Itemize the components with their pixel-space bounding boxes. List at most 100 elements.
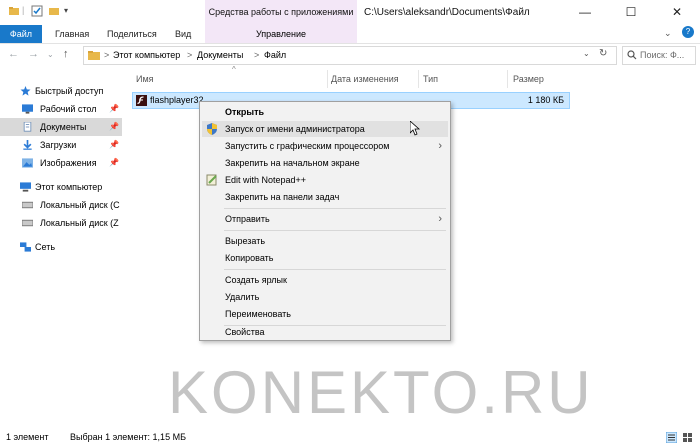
column-date[interactable]: Дата изменения	[331, 72, 399, 86]
new-folder-icon[interactable]	[48, 5, 60, 17]
search-box[interactable]: Поиск: Ф...	[622, 46, 696, 65]
tab-file[interactable]: Файл	[0, 25, 42, 43]
nav-label: Локальный диск (C	[40, 200, 120, 210]
menu-pin-start[interactable]: Закрепить на начальном экране	[202, 155, 448, 171]
menu-label: Создать ярлык	[225, 275, 287, 285]
nav-drive-z[interactable]: Локальный диск (Z	[0, 214, 130, 232]
menu-open[interactable]: Открыть	[202, 104, 448, 120]
menu-label: Закрепить на панели задач	[225, 192, 340, 202]
properties-icon[interactable]	[31, 5, 43, 17]
forward-arrow-icon[interactable]: →	[28, 48, 39, 60]
menu-label: Копировать	[225, 253, 274, 263]
menu-pin-taskbar[interactable]: Закрепить на панели задач	[202, 189, 448, 205]
column-divider[interactable]	[327, 70, 328, 88]
menu-rename[interactable]: Переименовать	[202, 306, 448, 322]
folder-icon	[88, 51, 100, 60]
menu-label: Открыть	[225, 107, 265, 117]
nav-drive-c[interactable]: Локальный диск (C	[0, 196, 130, 214]
quick-access-dropdown-icon[interactable]: ▾	[64, 6, 68, 15]
breadcrumb-separator: >	[104, 50, 110, 60]
menu-run-with-gpu[interactable]: Запустить с графическим процессором ›	[202, 138, 448, 154]
menu-delete[interactable]: Удалить	[202, 289, 448, 305]
large-icons-view-icon[interactable]	[682, 432, 693, 443]
search-icon	[627, 50, 637, 60]
nav-network[interactable]: Сеть	[0, 238, 130, 256]
menu-separator	[224, 230, 446, 231]
drive-icon	[22, 201, 33, 209]
tab-share[interactable]: Поделиться	[107, 25, 157, 43]
pin-icon[interactable]: 📌	[109, 100, 119, 118]
nav-label: Рабочий стол	[40, 104, 97, 114]
network-icon	[20, 242, 31, 252]
breadcrumb-separator: >	[254, 50, 260, 60]
folder-icon	[9, 7, 19, 15]
menu-label: Вырезать	[225, 236, 266, 246]
search-placeholder: Поиск: Ф...	[640, 50, 685, 60]
expand-ribbon-icon[interactable]: ⌄	[664, 28, 672, 39]
tab-view[interactable]: Вид	[175, 25, 191, 43]
notepad-icon	[206, 174, 217, 186]
flash-app-icon	[136, 95, 147, 106]
watermark: KONEKTO.RU	[168, 359, 594, 426]
tab-manage[interactable]: Управление	[205, 25, 357, 43]
nav-this-pc[interactable]: Этот компьютер	[0, 178, 130, 196]
menu-label: Отправить	[225, 214, 270, 224]
menu-copy[interactable]: Копировать	[202, 250, 448, 266]
menu-label: Переименовать	[225, 309, 291, 319]
minimize-button[interactable]: —	[562, 0, 608, 25]
column-divider[interactable]	[507, 70, 508, 88]
breadcrumb-this-pc[interactable]: Этот компьютер	[113, 50, 180, 60]
help-icon[interactable]: ?	[682, 26, 694, 38]
nav-label: Этот компьютер	[35, 182, 103, 192]
nav-desktop[interactable]: Рабочий стол 📌	[0, 100, 130, 118]
column-divider[interactable]	[418, 70, 419, 88]
file-size: 1 180 КБ	[527, 95, 564, 105]
column-type[interactable]: Тип	[423, 72, 438, 86]
pin-icon[interactable]: 📌	[109, 118, 119, 136]
menu-send-to[interactable]: Отправить ›	[202, 211, 448, 227]
nav-quick-access[interactable]: Быстрый доступ	[0, 82, 130, 100]
menu-cut[interactable]: Вырезать	[202, 233, 448, 249]
back-arrow-icon[interactable]: ←	[8, 48, 19, 60]
context-tools-header: Средства работы с приложениями	[205, 0, 357, 25]
status-selection: Выбран 1 элемент: 1,15 МБ	[70, 432, 186, 442]
breadcrumb-separator: >	[187, 50, 193, 60]
details-view-icon[interactable]	[666, 432, 677, 443]
nav-pictures[interactable]: Изображения 📌	[0, 154, 130, 172]
tab-home[interactable]: Главная	[55, 25, 89, 43]
menu-label: Запуск от имени администратора	[225, 124, 365, 134]
sort-arrow-icon: ^	[232, 65, 236, 74]
context-menu: Открыть Запуск от имени администратора З…	[199, 101, 451, 341]
documents-icon	[23, 122, 32, 132]
close-button[interactable]: ✕	[654, 0, 700, 25]
column-size[interactable]: Размер	[513, 72, 544, 86]
menu-label: Edit with Notepad++	[225, 175, 307, 185]
menu-label: Закрепить на начальном экране	[225, 158, 360, 168]
menu-edit-notepad[interactable]: Edit with Notepad++	[202, 172, 448, 188]
nav-documents[interactable]: Документы 📌	[0, 118, 122, 136]
up-arrow-icon[interactable]: ↑	[63, 48, 69, 60]
pin-icon[interactable]: 📌	[109, 154, 119, 172]
nav-downloads[interactable]: Загрузки 📌	[0, 136, 130, 154]
nav-label: Быстрый доступ	[35, 86, 104, 96]
status-bar: 1 элемент Выбран 1 элемент: 1,15 МБ	[0, 428, 700, 448]
breadcrumb-documents[interactable]: Документы	[197, 50, 243, 60]
address-bar[interactable]: > Этот компьютер > Документы > Файл ⌄ ↻	[83, 46, 617, 65]
maximize-button[interactable]: ☐	[608, 0, 654, 25]
menu-properties[interactable]: Свойства	[202, 324, 448, 340]
nav-label: Документы	[40, 122, 87, 132]
menu-create-shortcut[interactable]: Создать ярлык	[202, 272, 448, 288]
nav-label: Загрузки	[40, 140, 77, 150]
refresh-icon[interactable]: ↻	[599, 48, 607, 59]
column-name[interactable]: Имя	[136, 72, 154, 86]
navigation-bar: ← → ⌄ ↑ > Этот компьютер > Документы > Ф…	[0, 44, 700, 66]
address-dropdown-icon[interactable]: ⌄	[583, 49, 590, 58]
shield-icon	[207, 123, 217, 135]
breadcrumb-file[interactable]: Файл	[264, 50, 286, 60]
menu-label: Свойства	[225, 327, 265, 337]
menu-label: Удалить	[225, 292, 260, 302]
pin-icon[interactable]: 📌	[109, 136, 119, 154]
title-bar: | ▾ Средства работы с приложениями C:\Us…	[0, 0, 700, 25]
recent-locations-icon[interactable]: ⌄	[47, 50, 54, 59]
download-icon	[23, 140, 32, 150]
